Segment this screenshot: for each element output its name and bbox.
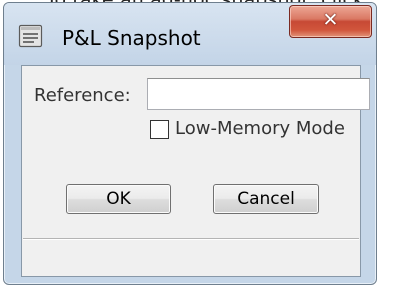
document-icon bbox=[18, 23, 44, 49]
title-bar[interactable]: P&L Snapshot ✕ bbox=[4, 3, 376, 65]
close-button[interactable]: ✕ bbox=[289, 5, 372, 38]
low-memory-mode-checkbox[interactable] bbox=[150, 120, 169, 139]
low-memory-mode-label[interactable]: Low-Memory Mode bbox=[175, 118, 345, 139]
status-bar bbox=[23, 238, 359, 275]
cancel-button[interactable]: Cancel bbox=[213, 184, 319, 214]
dialog-title: P&L Snapshot bbox=[62, 26, 201, 50]
reference-label: Reference: bbox=[34, 85, 131, 106]
close-x-icon: ✕ bbox=[322, 9, 339, 31]
pl-snapshot-dialog: P&L Snapshot ✕ Reference: Low-Memory Mod… bbox=[3, 2, 377, 285]
reference-input[interactable] bbox=[147, 78, 370, 110]
ok-button[interactable]: OK bbox=[66, 184, 171, 214]
dialog-body: Reference: Low-Memory Mode OK Cancel bbox=[21, 65, 370, 277]
